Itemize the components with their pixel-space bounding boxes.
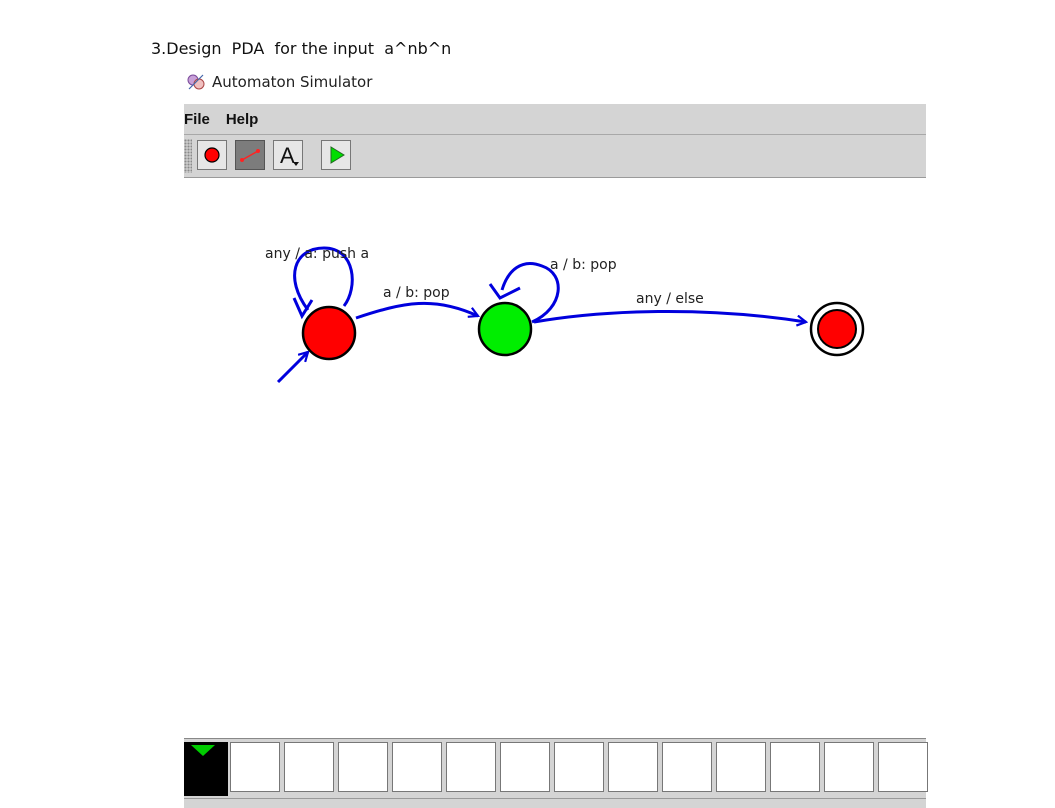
tape-cell[interactable] (608, 742, 658, 792)
automaton-canvas[interactable]: any / a: push a a / b: pop a / b: pop an… (184, 178, 926, 738)
state-q2-accepting[interactable] (809, 301, 865, 357)
tape-head-triangle-icon (191, 745, 215, 756)
toolbar-grip[interactable] (184, 139, 192, 173)
play-icon (330, 146, 345, 164)
text-a-icon: A (280, 143, 299, 168)
tape-cell[interactable] (824, 742, 874, 792)
label-q0-q1: a / b: pop (383, 285, 450, 301)
document-heading: 3.Design PDA for the input a^nb^n (151, 39, 452, 58)
automaton-app-icon (186, 72, 206, 92)
tape-cell[interactable] (716, 742, 766, 792)
tape-cell[interactable] (770, 742, 820, 792)
menu-file[interactable]: File (184, 111, 210, 128)
menu-help[interactable]: Help (226, 111, 259, 128)
label-q1-q1: a / b: pop (550, 257, 617, 273)
label-q1-q2: any / else (636, 291, 704, 307)
state-tool-button[interactable] (197, 140, 227, 170)
tape-cell[interactable] (662, 742, 712, 792)
tape-head[interactable] (184, 742, 228, 796)
tape-cell[interactable] (554, 742, 604, 792)
tape-cell[interactable] (392, 742, 442, 792)
label-tool-button[interactable]: A (273, 140, 303, 170)
transition-line-icon (240, 149, 260, 162)
red-circle-icon (204, 147, 220, 163)
toolbar: A (184, 135, 926, 178)
state-q0[interactable] (301, 305, 357, 361)
transition-q1-q2[interactable] (533, 309, 806, 322)
tape-cell[interactable] (284, 742, 334, 792)
tape-cell[interactable] (878, 742, 928, 792)
window-title-bar: Automaton Simulator (186, 72, 372, 92)
input-tape (184, 738, 928, 799)
label-q0-q0: any / a: push a (265, 246, 370, 262)
svg-text:A: A (280, 143, 295, 168)
run-tool-button[interactable] (321, 140, 351, 170)
tape-cell[interactable] (446, 742, 496, 792)
tape-cell[interactable] (500, 742, 550, 792)
transition-tool-button[interactable] (235, 140, 265, 170)
window-title: Automaton Simulator (212, 73, 373, 91)
transition-q0-q1[interactable] (355, 301, 478, 320)
tape-cell[interactable] (338, 742, 388, 792)
menu-bar: File Help (184, 104, 926, 135)
start-arrow (276, 352, 308, 384)
tape-cell[interactable] (230, 742, 280, 792)
app-window: File Help A any / a: push a a / b: pop a… (184, 104, 928, 808)
state-q1[interactable] (477, 301, 533, 357)
